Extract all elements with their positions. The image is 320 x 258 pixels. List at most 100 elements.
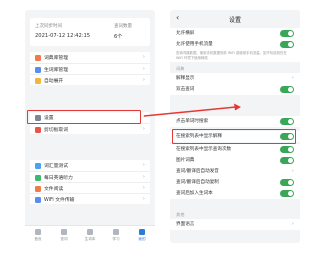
- setting-label: 双击查词: [176, 87, 195, 93]
- document-icon: [35, 185, 41, 192]
- setting-show-count-in-list: 在搜索列表中显示查询次数: [170, 144, 300, 155]
- tab-label: 首页: [34, 236, 42, 241]
- menu-item-wifi-transfer[interactable]: WiFi 文件传输 ›: [30, 193, 150, 204]
- chevron-right-icon: ›: [291, 74, 294, 81]
- user-icon: [139, 229, 145, 235]
- setting-definition-display[interactable]: 解释显示 ›: [170, 73, 300, 84]
- chevron-right-icon: ›: [142, 161, 145, 168]
- setting-label: 查词/翻译后自动复制: [176, 180, 219, 186]
- setting-label: 允许使用手机流量: [176, 42, 213, 48]
- note-text: 查询词典数据、使用手机数据而非 WiFi 或使用手机流量，如不勾选则仅在 WiF…: [176, 51, 287, 60]
- menu-item-label: 生词库管理: [44, 68, 68, 73]
- menu-item-clipboard-lookup[interactable]: 剪切板取词 ›: [30, 123, 150, 134]
- phone-settings-page: ‹ 设置 允许横屏 允许使用手机流量 查询词典数据、使用手机数据而非 WiFi …: [170, 10, 300, 243]
- wifi-icon: [35, 196, 41, 203]
- highlight-box-show-definition: [172, 129, 296, 144]
- tab-study[interactable]: 学习: [103, 229, 129, 243]
- menu-item-label: 词典库管理: [44, 56, 68, 61]
- setting-label: 界面语言: [176, 222, 195, 228]
- study-icon: [113, 229, 119, 235]
- setting-mobile-data: 允许使用手机流量: [170, 39, 300, 50]
- menu-item-label: 剪切板取词: [44, 128, 68, 133]
- setting-label: 查词/翻译后自动发音: [176, 169, 219, 175]
- tab-home[interactable]: 首页: [25, 229, 51, 243]
- setting-tap-search: 点击单词时搜索: [170, 116, 300, 127]
- menu-item-label: 文件阅读: [44, 187, 64, 192]
- tab-label: 查词: [60, 236, 68, 241]
- menu-item-daily-listening[interactable]: 每日英语听力 ›: [30, 171, 150, 182]
- chevron-right-icon: ›: [142, 173, 145, 180]
- chevron-right-icon: ›: [142, 65, 145, 72]
- setting-label: 图片词典: [176, 158, 195, 164]
- chevron-right-icon: ›: [142, 184, 145, 191]
- auto-expand-icon: [35, 77, 41, 84]
- page-title: 设置: [228, 17, 241, 24]
- menu-item-label: 每日英语听力: [44, 176, 73, 181]
- allow-landscape-toggle[interactable]: [280, 29, 294, 37]
- tab-label: 我的: [138, 236, 146, 241]
- nav-bar: ‹ 设置: [170, 10, 300, 28]
- setting-double-tap: 双击查词: [170, 84, 300, 95]
- setting-label: 查词后加入生词本: [176, 191, 213, 197]
- section-other-label: 其他: [176, 212, 185, 217]
- bottom-tab-bar: 首页 查词 生词本 学习 我的: [25, 225, 155, 243]
- mobile-data-note: 查询词典数据、使用手机数据而非 WiFi 或使用手机流量，如不勾选则仅在 WiF…: [170, 50, 300, 62]
- menu-item-file-reading[interactable]: 文件阅读 ›: [30, 182, 150, 193]
- home-icon: [35, 229, 41, 235]
- stats-card: 上次同步时间 2021-07-12 12:42:15 查词数量 6个: [30, 18, 150, 46]
- setting-auto-copy: 查词/翻译后自动复制: [170, 177, 300, 188]
- phone-my-page: 上次同步时间 2021-07-12 12:42:15 查词数量 6个 词典库管理…: [25, 10, 155, 243]
- chevron-right-icon: ›: [142, 195, 145, 202]
- menu-item-label: WiFi 文件传输: [44, 198, 75, 203]
- chevron-right-icon: ›: [142, 125, 145, 132]
- setting-label: 解释显示: [176, 76, 195, 82]
- setting-label: 点击单词时搜索: [176, 119, 209, 125]
- setting-interface-language[interactable]: 界面语言 ›: [170, 219, 300, 230]
- chevron-right-icon: ›: [291, 167, 294, 174]
- auto-copy-toggle[interactable]: [280, 178, 294, 186]
- tab-lookup[interactable]: 查词: [51, 229, 77, 243]
- double-tap-toggle[interactable]: [280, 85, 294, 93]
- chevron-right-icon: ›: [142, 113, 145, 120]
- image-dictionary-toggle[interactable]: [280, 156, 294, 164]
- clipboard-icon: [35, 126, 41, 133]
- setting-image-dictionary: 图片词典: [170, 155, 300, 166]
- tap-search-toggle[interactable]: [280, 117, 294, 125]
- vocab-test-icon: [35, 162, 41, 169]
- tab-label: 学习: [112, 236, 120, 241]
- chevron-right-icon: ›: [291, 220, 294, 227]
- book-icon: [87, 229, 93, 235]
- headphones-icon: [35, 174, 41, 181]
- menu-group-tools: 词汇量测试 › 每日英语听力 › 文件阅读 › WiFi 文件传输 ›: [30, 160, 150, 204]
- mobile-data-toggle[interactable]: [280, 40, 294, 48]
- vocab-count-value: 6个: [114, 34, 123, 40]
- menu-item-wordbook[interactable]: 生词库管理 ›: [30, 63, 150, 74]
- search-icon: [61, 229, 67, 235]
- tab-wordbook[interactable]: 生词本: [77, 229, 103, 243]
- setting-label: 在搜索列表中显示查询次数: [176, 147, 232, 153]
- vocab-count-cell: 查词数量 6个: [90, 18, 150, 46]
- menu-item-dict-library[interactable]: 词典库管理 ›: [30, 52, 150, 63]
- setting-allow-landscape: 允许横屏: [170, 28, 300, 39]
- setting-label: 允许横屏: [176, 31, 195, 37]
- menu-item-auto-expand[interactable]: 自动展开 ›: [30, 74, 150, 85]
- last-sync-label: 上次同步时间: [35, 24, 62, 29]
- section-dictionary-label: 词典: [176, 66, 185, 71]
- vocab-count-label: 查词数量: [114, 24, 132, 29]
- setting-auto-pronounce[interactable]: 查词/翻译后自动发音 ›: [170, 166, 300, 177]
- show-count-toggle[interactable]: [280, 145, 294, 153]
- wordbook-icon: [35, 66, 41, 73]
- chevron-right-icon: ›: [142, 53, 145, 60]
- last-sync-cell: 上次同步时间 2021-07-12 12:42:15: [30, 18, 90, 46]
- add-to-wordbook-toggle[interactable]: [280, 189, 294, 197]
- menu-item-vocab-test[interactable]: 词汇量测试 ›: [30, 160, 150, 171]
- menu-item-label: 自动展开: [44, 79, 64, 84]
- screenshot-frame: 上次同步时间 2021-07-12 12:42:15 查词数量 6个 词典库管理…: [0, 0, 320, 258]
- highlight-box-settings: [27, 110, 141, 124]
- menu-group-dictionary: 词典库管理 › 生词库管理 › 自动展开 ›: [30, 52, 150, 85]
- setting-add-to-wordbook: 查词后加入生词本: [170, 188, 300, 199]
- dict-library-icon: [35, 54, 41, 61]
- tab-me[interactable]: 我的: [129, 229, 155, 243]
- chevron-right-icon: ›: [142, 76, 145, 83]
- tab-label: 生词本: [84, 236, 96, 241]
